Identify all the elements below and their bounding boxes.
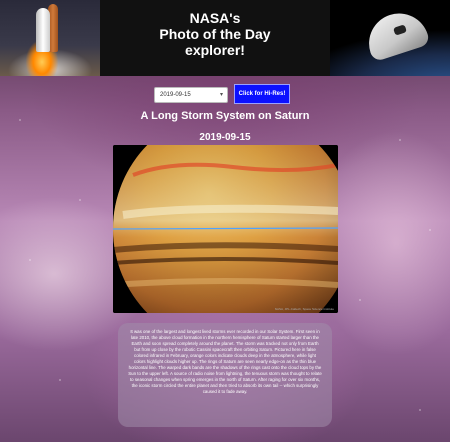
shuttle-launch-image [0, 0, 100, 76]
apod-photo[interactable]: NASA, JPL-Caltech, Space Science Institu… [113, 145, 338, 313]
saturn-image [113, 145, 338, 313]
dragon-capsule-image [330, 0, 450, 76]
hi-res-button[interactable]: Click for Hi-Res! [234, 84, 290, 104]
chevron-down-icon: ▾ [219, 92, 223, 98]
description-box: It was one of the largest and longest li… [118, 323, 332, 427]
photo-date: 2019-09-15 [199, 132, 251, 143]
site-title: NASA's Photo of the Day explorer! [159, 10, 271, 58]
date-picker[interactable]: 2019-09-15 ▾ [154, 87, 228, 103]
controls-bar: 2019-09-15 ▾ Click for Hi-Res! [0, 84, 450, 104]
image-credit: NASA, JPL-Caltech, Space Science Institu… [274, 307, 334, 311]
photo-title: A Long Storm System on Saturn [140, 110, 310, 122]
site-header: NASA's Photo of the Day explorer! [0, 0, 450, 76]
description-text: It was one of the largest and longest li… [128, 329, 322, 394]
